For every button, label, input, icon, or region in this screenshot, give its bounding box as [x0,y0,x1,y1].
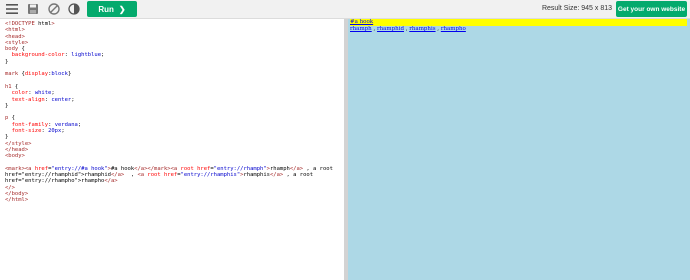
code-editor[interactable]: <!DOCTYPE html> <html> <head> <style> bo… [0,19,344,280]
get-website-button[interactable]: Get your own website [616,1,687,17]
run-button-label: Run [98,4,114,14]
result-link-rhamphid[interactable]: rhamphid [377,26,404,32]
result-link-rhampho[interactable]: rhampho [441,26,466,32]
result-pane: #a hook rhamph , rhamphid , rhamphis , r… [348,19,690,280]
chevron-right-icon: ❯ [118,4,126,14]
result-content: #a hook rhamph , rhamphid , rhamphis , r… [350,19,690,33]
highlight-mark: #a hook [350,19,687,26]
result-link-row: rhamph , rhamphid , rhamphis , rhampho [350,26,690,33]
theme-icon[interactable] [67,2,81,16]
save-icon[interactable] [26,2,40,16]
run-button[interactable]: Run ❯ [87,1,137,17]
mark-link[interactable]: #a hook [350,19,373,25]
orientation-icon[interactable] [47,2,61,16]
menu-icon[interactable] [5,2,19,16]
result-link-rhamphis[interactable]: rhamphis [409,26,435,32]
toolbar: Run ❯ Result Size: 945 x 813 Get your ow… [0,0,690,19]
result-link-rhamph[interactable]: rhamph [350,26,372,32]
result-size-text: Result Size: 945 x 813 [541,5,612,12]
code-text[interactable]: <!DOCTYPE html> <html> <head> <style> bo… [5,21,343,204]
